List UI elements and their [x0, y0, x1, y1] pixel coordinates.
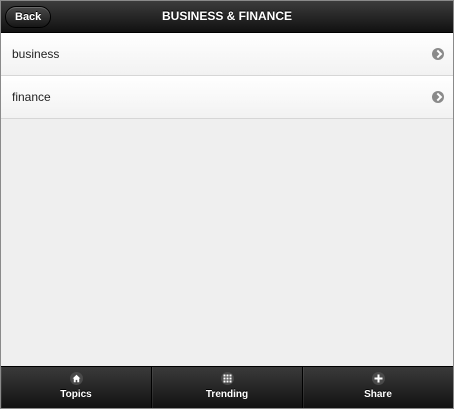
- tab-share[interactable]: Share: [303, 367, 453, 408]
- tab-label: Share: [364, 389, 392, 400]
- tab-trending[interactable]: Trending: [152, 367, 303, 408]
- list-item-finance[interactable]: finance: [1, 76, 453, 119]
- home-icon: [70, 372, 83, 385]
- back-button[interactable]: Back: [5, 6, 52, 28]
- app-window: Back BUSINESS & FINANCE business finance…: [0, 0, 454, 409]
- topic-list: business finance: [1, 33, 453, 119]
- chevron-right-icon: [432, 91, 444, 103]
- plus-icon: [372, 372, 385, 385]
- page-title: BUSINESS & FINANCE: [161, 9, 292, 23]
- tab-label: Topics: [60, 389, 92, 400]
- list-item-business[interactable]: business: [1, 33, 453, 76]
- list-item-label: finance: [12, 90, 51, 104]
- grid-icon: [221, 372, 234, 385]
- tab-topics[interactable]: Topics: [1, 367, 152, 408]
- tab-bar: Topics Trending Share: [1, 366, 453, 408]
- header-bar: Back BUSINESS & FINANCE: [1, 1, 453, 33]
- chevron-right-icon: [432, 48, 444, 60]
- tab-label: Trending: [205, 389, 249, 400]
- list-item-label: business: [12, 47, 60, 61]
